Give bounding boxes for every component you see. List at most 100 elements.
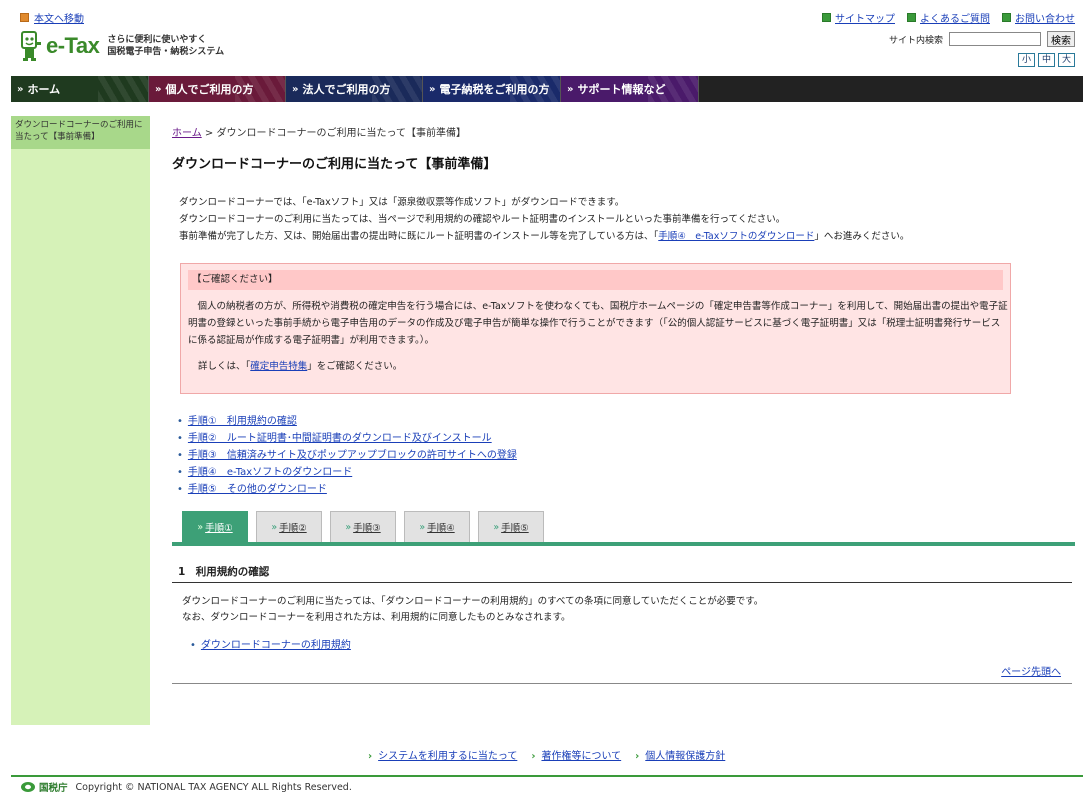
tab-step2[interactable]: » 手順② <box>256 511 322 542</box>
nta-emblem-icon <box>21 782 35 792</box>
list-item: 手順③ 信頼済みサイト及びポップアップブロックの許可サイトへの登録 <box>177 447 517 464</box>
breadcrumb-home-link[interactable]: ホーム <box>172 128 202 139</box>
search-input[interactable] <box>949 32 1041 46</box>
intro-line-3-suffix: 」へお進みください。 <box>814 231 910 242</box>
privacy-policy-link[interactable]: 個人情報保護方針 <box>645 751 725 762</box>
site-search: サイト内検索 検索 <box>889 31 1075 47</box>
section-body: ダウンロードコーナーのご利用に当たっては、「ダウンロードコーナーの利用規約」のす… <box>182 594 763 626</box>
section-body-line-1: ダウンロードコーナーのご利用に当たっては、「ダウンロードコーナーの利用規約」のす… <box>182 596 764 607</box>
step4-inline-link[interactable]: 手順④ e-Taxソフトのダウンロード <box>658 231 814 242</box>
double-chevron-icon: » <box>345 521 352 533</box>
sidebar: ダウンロードコーナーのご利用に当たって【事前準備】 <box>11 116 150 725</box>
faq-link[interactable]: よくあるご質問 <box>920 10 990 25</box>
skip-link[interactable]: 本文へ移動 <box>34 10 84 25</box>
font-size-switcher: 小 中 大 <box>1018 53 1075 67</box>
skip-to-content[interactable]: 本文へ移動 <box>20 10 84 25</box>
step4-link[interactable]: 手順④ e-Taxソフトのダウンロード <box>188 467 352 478</box>
step-list: 手順① 利用規約の確認 手順② ルート証明書･中間証明書のダウンロード及びインス… <box>177 413 517 498</box>
step2-link[interactable]: 手順② ルート証明書･中間証明書のダウンロード及びインストール <box>188 433 492 444</box>
nav-support-label: サポート情報など <box>577 83 666 96</box>
chevron-right-icon: › <box>368 751 373 762</box>
notice-box: 【ご確認ください】 個人の納税者の方が、所得税や消費税の確定申告を行う場合には、… <box>180 263 1011 394</box>
double-chevron-icon: » <box>419 521 426 533</box>
double-chevron-icon: » <box>197 521 204 533</box>
system-use-link[interactable]: システムを利用するに当たって <box>378 751 517 762</box>
arrow-square-icon <box>907 13 916 22</box>
intro-line-3: 事前準備が完了した方、又は、開始届出書の提出時に既にルート証明書のインストール等… <box>179 228 909 245</box>
tab-step4-label: 手順④ <box>427 523 455 534</box>
tab-step1-label: 手順① <box>205 523 233 534</box>
breadcrumb: ホーム > ダウンロードコーナーのご利用に当たって【事前準備】 <box>172 124 466 139</box>
footer-copyright: 国税庁 Copyright © NATIONAL TAX AGENCY ALL … <box>20 780 352 794</box>
page-title: ダウンロードコーナーのご利用に当たって【事前準備】 <box>172 157 497 172</box>
top-links: サイトマップ よくあるご質問 お問い合わせ <box>822 10 1075 25</box>
font-size-large-button[interactable]: 大 <box>1058 53 1075 67</box>
intro-line-1: ダウンロードコーナーでは、「e-Taxソフト」又は「源泉徴収票等作成ソフト」がダ… <box>179 197 625 208</box>
notice-detail-suffix: 」をご確認ください。 <box>307 361 403 372</box>
tab-step3[interactable]: » 手順③ <box>330 511 396 542</box>
etax-mascot-icon <box>21 31 41 61</box>
tab-step1[interactable]: » 手順① <box>182 511 248 542</box>
nav-corporate-label: 法人でご利用の方 <box>302 83 391 96</box>
step5-link[interactable]: 手順⑤ その他のダウンロード <box>188 484 327 495</box>
footer-link-item: › システムを利用するに当たって <box>368 747 517 762</box>
section-body-line-2: なお、ダウンロードコーナーを利用された方は、利用規約に同意したものとみなされます… <box>182 612 571 623</box>
page-top-link[interactable]: ページ先頭へ <box>1001 667 1061 678</box>
arrow-square-icon <box>822 13 831 22</box>
nav-individual-label: 個人でご利用の方 <box>165 83 254 96</box>
top-link-contact[interactable]: お問い合わせ <box>1002 10 1075 25</box>
notice-body: 個人の納税者の方が、所得税や消費税の確定申告を行う場合には、e-Taxソフトを使… <box>188 301 1008 346</box>
step-tabs: » 手順① » 手順② » 手順③ » 手順④ » 手順⑤ <box>182 511 544 542</box>
search-label: サイト内検索 <box>888 35 943 46</box>
nav-home[interactable]: » ホーム <box>11 76 149 102</box>
tab-step2-label: 手順② <box>279 523 307 534</box>
nta-logo[interactable]: 国税庁 <box>20 780 68 794</box>
nav-support[interactable]: » サポート情報など <box>561 76 699 102</box>
tab-step4[interactable]: » 手順④ <box>404 511 470 542</box>
font-size-small-button[interactable]: 小 <box>1018 53 1035 67</box>
list-item: 手順② ルート証明書･中間証明書のダウンロード及びインストール <box>177 430 517 447</box>
font-size-medium-button[interactable]: 中 <box>1038 53 1055 67</box>
intro-line-2: ダウンロードコーナーのご利用に当たっては、当ページで利用規約の確認やルート証明書… <box>179 214 786 225</box>
tab-step5[interactable]: » 手順⑤ <box>478 511 544 542</box>
step1-link[interactable]: 手順① 利用規約の確認 <box>188 416 297 427</box>
intro-text: ダウンロードコーナーでは、「e-Taxソフト」又は「源泉徴収票等作成ソフト」がダ… <box>179 194 909 245</box>
search-button[interactable]: 検索 <box>1047 31 1075 47</box>
orange-square-icon <box>20 13 29 22</box>
double-chevron-icon: » <box>155 83 162 95</box>
top-link-sitemap[interactable]: サイトマップ <box>822 10 895 25</box>
global-nav: » ホーム » 個人でご利用の方 » 法人でご利用の方 » 電子納税をご利用の方 » サポ… <box>11 76 1083 102</box>
copyright-link[interactable]: 著作権等について <box>541 751 621 762</box>
nav-e-payment-label: 電子納税をご利用の方 <box>439 83 550 96</box>
sitemap-link[interactable]: サイトマップ <box>835 10 895 25</box>
notice-detail-prefix: 詳しくは、「 <box>198 361 251 372</box>
list-item: 手順① 利用規約の確認 <box>177 413 517 430</box>
nav-individual[interactable]: » 個人でご利用の方 <box>149 76 286 102</box>
section-title: 1 利用規約の確認 <box>178 566 270 578</box>
terms-link-item: ダウンロードコーナーの利用規約 <box>190 636 351 651</box>
etax-logo[interactable]: e-Tax さらに便利に使いやすく 国税電子申告・納税システム <box>20 30 224 62</box>
double-chevron-icon: » <box>271 521 278 533</box>
nta-name: 国税庁 <box>39 783 68 794</box>
step3-link[interactable]: 手順③ 信頼済みサイト及びポップアップブロックの許可サイトへの登録 <box>188 450 517 461</box>
terms-of-use-link[interactable]: ダウンロードコーナーの利用規約 <box>201 640 351 651</box>
double-chevron-icon: » <box>292 83 299 95</box>
list-item: 手順⑤ その他のダウンロード <box>177 481 517 498</box>
intro-line-3-prefix: 事前準備が完了した方、又は、開始届出書の提出時に既にルート証明書のインストール等… <box>179 231 659 242</box>
contact-link[interactable]: お問い合わせ <box>1015 10 1075 25</box>
logo-wordmark: e-Tax <box>46 33 100 58</box>
footer-link-item: › 著作権等について <box>531 747 621 762</box>
double-chevron-icon: » <box>17 83 24 95</box>
notice-heading: 【ご確認ください】 <box>188 270 1003 290</box>
tax-return-feature-link[interactable]: 確定申告特集 <box>250 361 307 372</box>
tab-step5-label: 手順⑤ <box>501 523 529 534</box>
nav-corporate[interactable]: » 法人でご利用の方 <box>286 76 423 102</box>
sidebar-item-current[interactable]: ダウンロードコーナーのご利用に当たって【事前準備】 <box>11 116 150 149</box>
logo-tagline: さらに便利に使いやすく 国税電子申告・納税システム <box>107 34 224 58</box>
double-chevron-icon: » <box>429 83 436 95</box>
arrow-square-icon <box>1002 13 1011 22</box>
list-item: 手順④ e-Taxソフトのダウンロード <box>177 464 517 481</box>
nav-e-payment[interactable]: » 電子納税をご利用の方 <box>423 76 561 102</box>
top-link-faq[interactable]: よくあるご質問 <box>907 10 990 25</box>
content-divider <box>172 683 1072 684</box>
